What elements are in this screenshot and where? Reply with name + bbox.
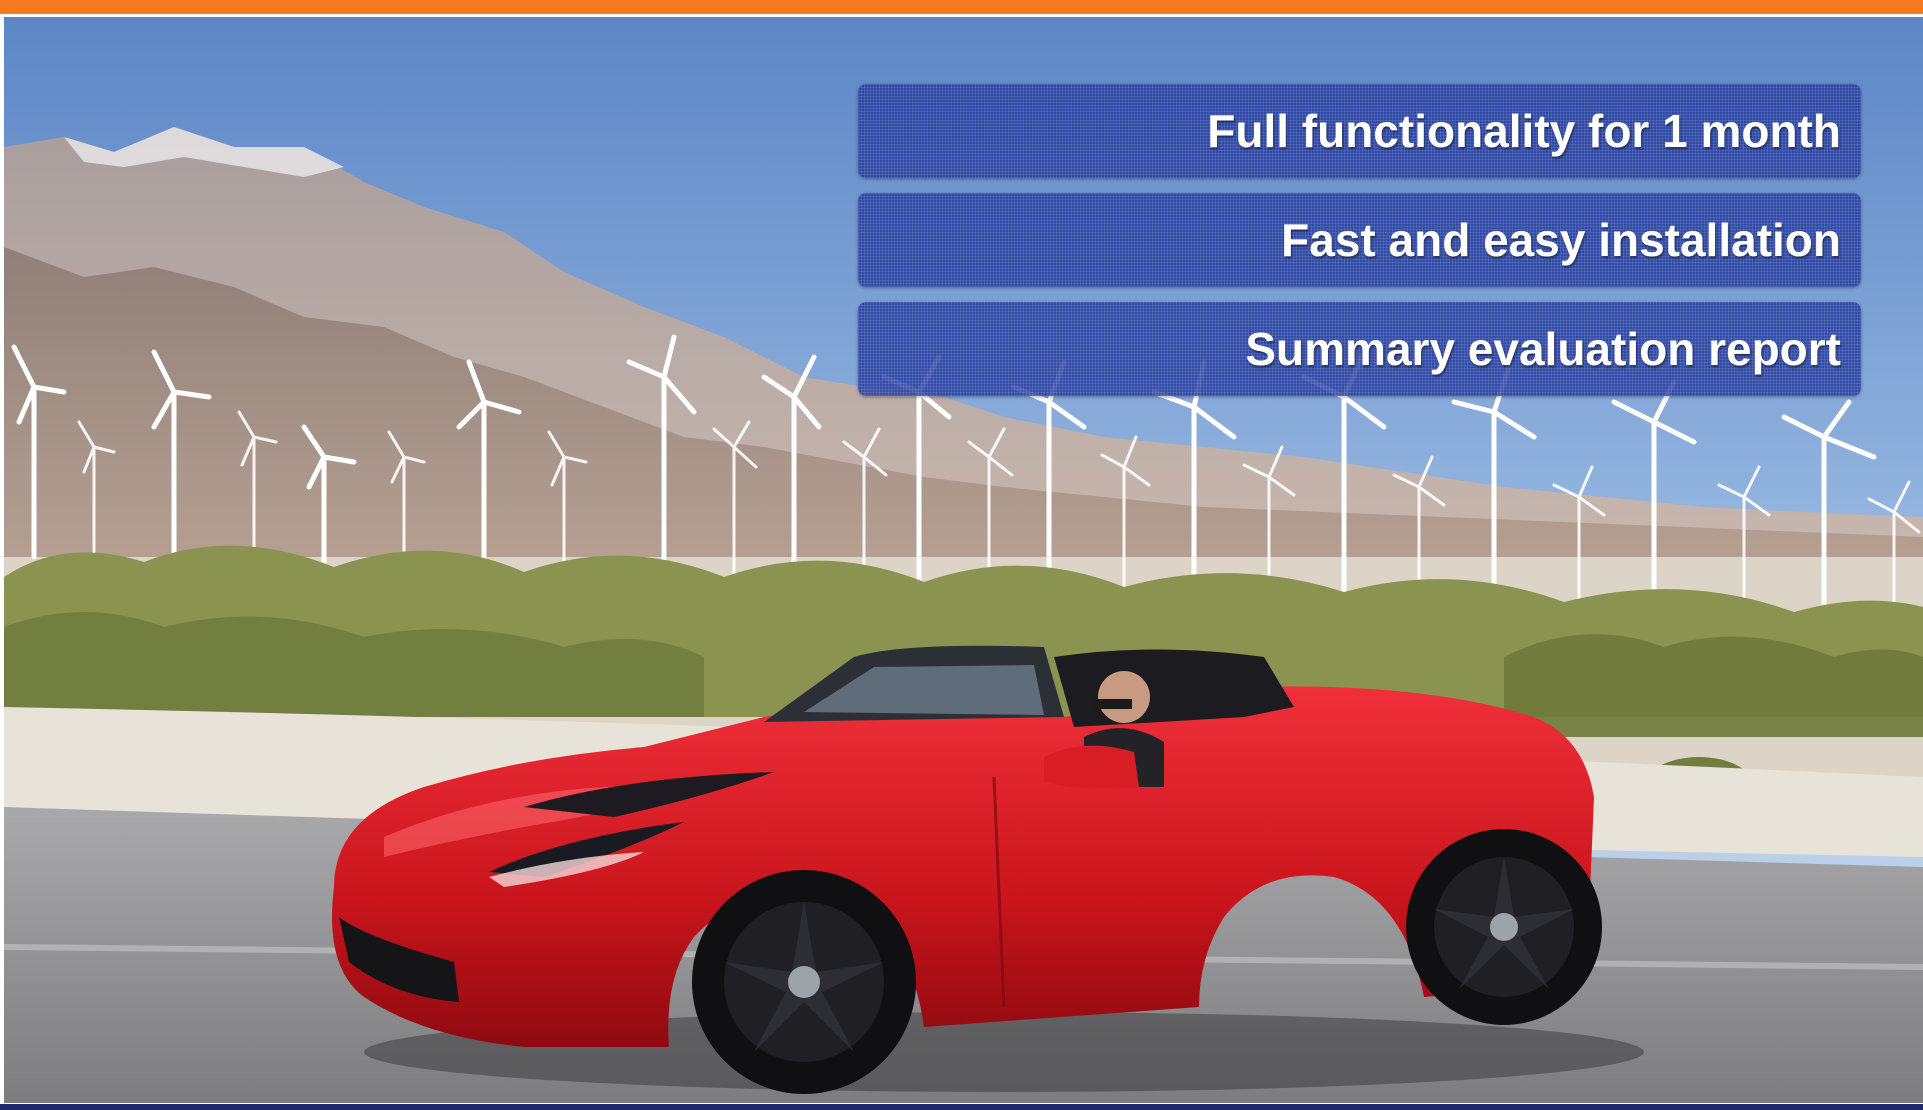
front-wheel [692, 870, 916, 1094]
feature-banner: Full functionality for 1 month [858, 84, 1861, 178]
feature-label: Fast and easy installation [1281, 214, 1841, 266]
bottom-accent-bar [0, 1104, 1923, 1110]
feature-label: Full functionality for 1 month [1207, 105, 1841, 157]
feature-banner: Summary evaluation report [858, 302, 1861, 396]
top-accent-bar [0, 0, 1923, 14]
feature-banner: Fast and easy installation [858, 193, 1861, 287]
feature-list: Full functionality for 1 month Fast and … [858, 84, 1861, 411]
rear-wheel [1406, 829, 1602, 1025]
feature-label: Summary evaluation report [1245, 323, 1841, 375]
slide: Full functionality for 1 month Fast and … [0, 0, 1923, 1110]
